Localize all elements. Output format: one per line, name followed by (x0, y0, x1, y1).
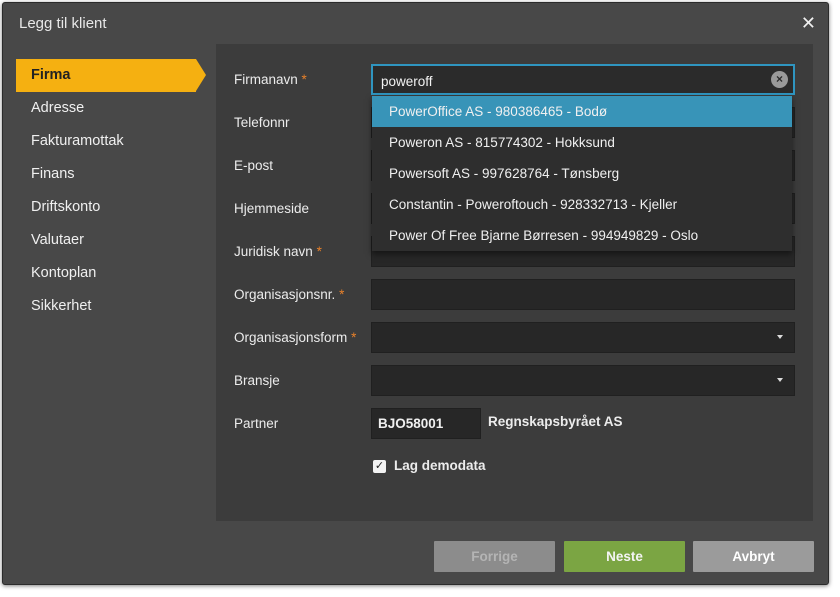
firmanavn-input[interactable] (379, 70, 763, 92)
partner-label: Partner (234, 416, 279, 431)
bransje-label: Bransje (234, 373, 280, 388)
dialog-title: Legg til klient (19, 15, 107, 32)
sidebar-item-finans[interactable]: Finans (16, 158, 206, 191)
add-client-dialog: Legg til klient ✕ Firma Adresse Fakturam… (2, 2, 829, 585)
suggestion-item[interactable]: PowerOffice AS - 980386465 - Bodø (372, 96, 792, 127)
organisasjonsnr-row: Organisasjonsnr. * (216, 279, 813, 310)
sidebar: Firma Adresse Fakturamottak Finans Drift… (16, 59, 206, 323)
firmanavn-row: Firmanavn * × (216, 64, 813, 95)
juridisk-navn-label: Juridisk navn * (234, 244, 322, 259)
suggestion-item[interactable]: Powersoft AS - 997628764 - Tønsberg (372, 158, 792, 189)
partner-code-field[interactable]: BJO58001 (371, 408, 481, 439)
chevron-down-icon (777, 335, 783, 339)
sidebar-item-fakturamottak[interactable]: Fakturamottak (16, 125, 206, 158)
bransje-select[interactable] (371, 365, 795, 396)
organisasjonsnr-label: Organisasjonsnr. * (234, 287, 345, 302)
sidebar-item-valutaer[interactable]: Valutaer (16, 224, 206, 257)
sidebar-item-driftskonto[interactable]: Driftskonto (16, 191, 206, 224)
suggestion-item[interactable]: Constantin - Poweroftouch - 928332713 - … (372, 189, 792, 220)
chevron-down-icon (777, 378, 783, 382)
organisasjonsform-select[interactable] (371, 322, 795, 353)
firmanavn-label: Firmanavn * (234, 72, 307, 87)
sidebar-item-firma[interactable]: Firma (16, 59, 206, 92)
organisasjonsnr-field[interactable] (371, 279, 795, 310)
partner-row: Partner BJO58001 Regnskapsbyrået AS (216, 408, 813, 439)
autocomplete-dropdown: PowerOffice AS - 980386465 - Bodø Powero… (372, 96, 792, 251)
epost-label: E-post (234, 158, 274, 173)
organisasjonsform-row: Organisasjonsform * (216, 322, 813, 353)
cancel-button[interactable]: Avbryt (693, 541, 814, 572)
organisasjonsform-label: Organisasjonsform * (234, 330, 357, 345)
bransje-row: Bransje (216, 365, 813, 396)
partner-name: Regnskapsbyrået AS (488, 414, 623, 429)
sidebar-item-kontoplan[interactable]: Kontoplan (16, 257, 206, 290)
telefonnr-label: Telefonnr (234, 115, 290, 130)
hjemmeside-label: Hjemmeside (234, 201, 310, 216)
firmanavn-field[interactable]: × (371, 64, 795, 95)
demodata-row: ✓ Lag demodata (216, 457, 813, 477)
sidebar-item-adresse[interactable]: Adresse (16, 92, 206, 125)
demodata-checkbox[interactable]: ✓ (373, 460, 386, 473)
previous-button[interactable]: Forrige (434, 541, 555, 572)
sidebar-item-sikkerhet[interactable]: Sikkerhet (16, 290, 206, 323)
suggestion-item[interactable]: Power Of Free Bjarne Børresen - 99494982… (372, 220, 792, 251)
next-button[interactable]: Neste (564, 541, 685, 572)
close-icon[interactable]: ✕ (801, 13, 816, 33)
suggestion-item[interactable]: Poweron AS - 815774302 - Hokksund (372, 127, 792, 158)
clear-icon[interactable]: × (771, 71, 788, 88)
demodata-label[interactable]: Lag demodata (394, 458, 486, 473)
